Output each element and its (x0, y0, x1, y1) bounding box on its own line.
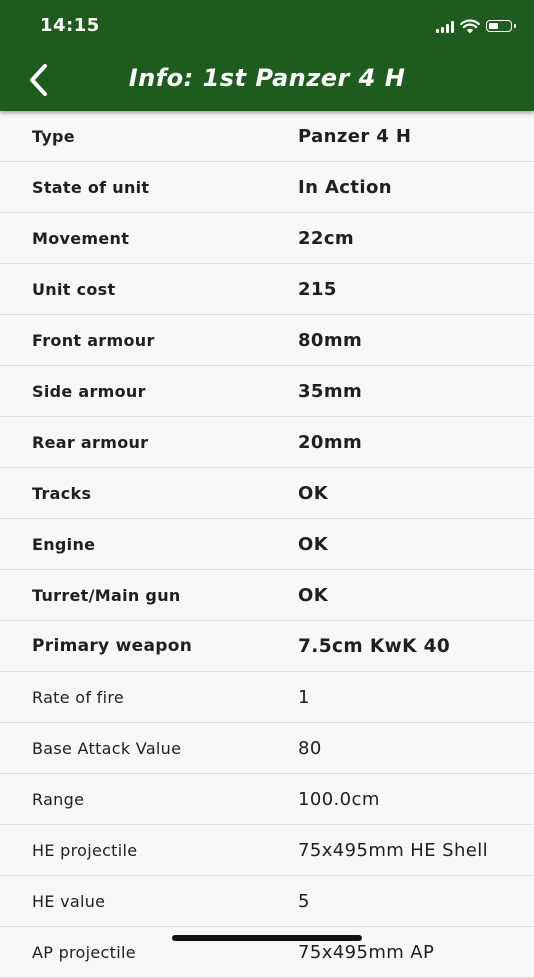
row-value: 22cm (298, 227, 355, 249)
row-value: 100.0cm (298, 788, 380, 810)
row-label: Movement (32, 228, 130, 248)
row-value: In Action (298, 176, 392, 198)
list-item: Base Attack Value 80 (0, 723, 534, 774)
list-item: Rear armour 20mm (0, 417, 534, 468)
list-item: Rate of fire 1 (0, 672, 534, 723)
list-item: Tracks OK (0, 468, 534, 519)
list-item: Range 100.0cm (0, 774, 534, 825)
row-label: AP projectile (32, 942, 136, 962)
list-item: State of unit In Action (0, 162, 534, 213)
status-time: 14:15 (40, 15, 100, 36)
row-label: Front armour (32, 330, 155, 350)
row-value: 1 (298, 686, 310, 708)
row-value: OK (298, 482, 329, 504)
row-label: Rear armour (32, 432, 149, 452)
row-label: Primary weapon (32, 636, 193, 656)
wifi-icon (460, 18, 480, 33)
row-value: 35mm (298, 380, 363, 402)
row-value: 5 (298, 890, 310, 912)
list-item: Type Panzer 4 H (0, 111, 534, 162)
list-item: HE value 5 (0, 876, 534, 927)
row-label: Tracks (32, 483, 92, 503)
row-value: OK (298, 584, 329, 606)
row-label: Range (32, 789, 85, 809)
cellular-signal-icon (436, 20, 454, 33)
row-label: Base Attack Value (32, 738, 182, 758)
info-list[interactable]: Type Panzer 4 H State of unit In Action … (0, 111, 534, 978)
status-icons (436, 17, 516, 35)
battery-icon (486, 20, 516, 32)
row-value: Panzer 4 H (298, 125, 412, 147)
row-label: HE projectile (32, 840, 138, 860)
list-item: Side armour 35mm (0, 366, 534, 417)
row-label: Turret/Main gun (32, 585, 181, 605)
list-item: Engine OK (0, 519, 534, 570)
row-value: 20mm (298, 431, 363, 453)
app-bar: 14:15 Info: 1st Panzer 4 H (0, 0, 534, 111)
list-item: Movement 22cm (0, 213, 534, 264)
list-item: Turret/Main gun OK (0, 570, 534, 621)
list-item: Front armour 80mm (0, 315, 534, 366)
row-value: 75x495mm HE Shell (298, 839, 489, 861)
row-label: Unit cost (32, 279, 116, 299)
row-value: OK (298, 533, 329, 555)
home-indicator[interactable] (172, 935, 362, 941)
list-item: Primary weapon 7.5cm KwK 40 (0, 621, 534, 672)
row-label: HE value (32, 891, 106, 911)
row-value: 80mm (298, 329, 363, 351)
list-item: Unit cost 215 (0, 264, 534, 315)
page-title: Info: 1st Panzer 4 H (128, 64, 406, 92)
row-label: Side armour (32, 381, 146, 401)
row-label: Type (32, 126, 75, 146)
list-item: HE projectile 75x495mm HE Shell (0, 825, 534, 876)
row-label: State of unit (32, 177, 150, 197)
row-label: Engine (32, 534, 96, 554)
row-value: 7.5cm KwK 40 (298, 635, 451, 657)
row-label: Rate of fire (32, 687, 125, 707)
row-value: 80 (298, 737, 322, 759)
row-value: 215 (298, 278, 337, 300)
